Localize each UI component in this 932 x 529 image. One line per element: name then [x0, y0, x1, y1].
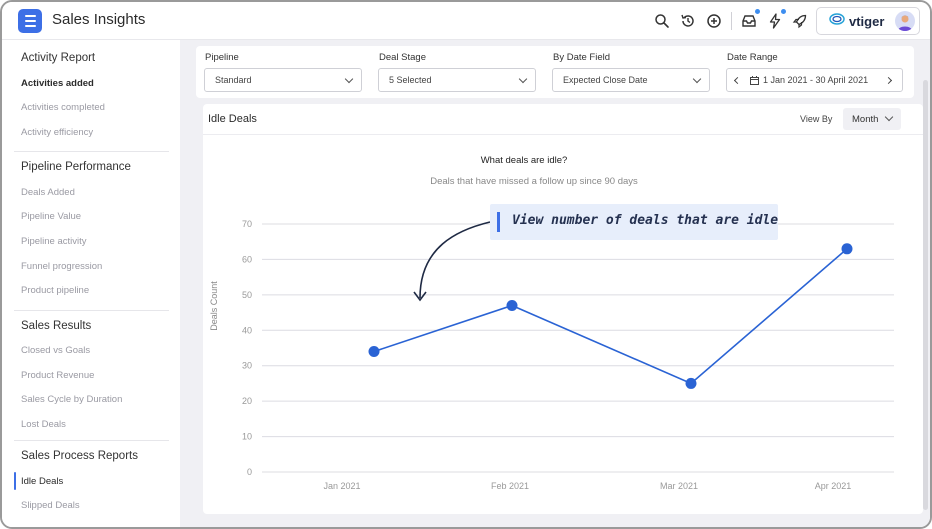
y-tick-label: 50	[242, 290, 252, 300]
y-tick-label: 20	[242, 396, 252, 406]
callout-text: View number of deals that are idle	[512, 213, 779, 228]
idle-deals-line-chart: What deals are idle? Deals that have mis…	[209, 155, 894, 491]
y-tick-label: 70	[242, 219, 252, 229]
callout-arrow	[419, 221, 491, 299]
data-point[interactable]	[685, 377, 697, 389]
y-axis-label: Deals Count	[209, 281, 219, 331]
x-tick-label: Jan 2021	[323, 481, 360, 491]
annotation-callout: View number of deals that are idle	[490, 204, 778, 240]
data-point[interactable]	[841, 243, 853, 255]
chart-title: What deals are idle?	[481, 155, 568, 166]
data-point[interactable]	[368, 346, 380, 358]
callout-accent-bar	[497, 212, 500, 232]
y-tick-label: 40	[242, 325, 252, 335]
y-tick-label: 0	[247, 467, 252, 477]
data-point[interactable]	[506, 299, 518, 311]
y-tick-label: 60	[242, 254, 252, 264]
app-window: Sales Insights vtiger Activity Report Ac…	[0, 0, 932, 529]
series-line	[373, 248, 848, 385]
x-tick-label: Feb 2021	[491, 481, 529, 491]
chart-subtitle: Deals that have missed a follow up since…	[430, 176, 638, 187]
x-tick-label: Apr 2021	[815, 481, 852, 491]
y-tick-label: 10	[242, 432, 252, 442]
x-tick-label: Mar 2021	[660, 481, 698, 491]
y-tick-label: 30	[242, 361, 252, 371]
